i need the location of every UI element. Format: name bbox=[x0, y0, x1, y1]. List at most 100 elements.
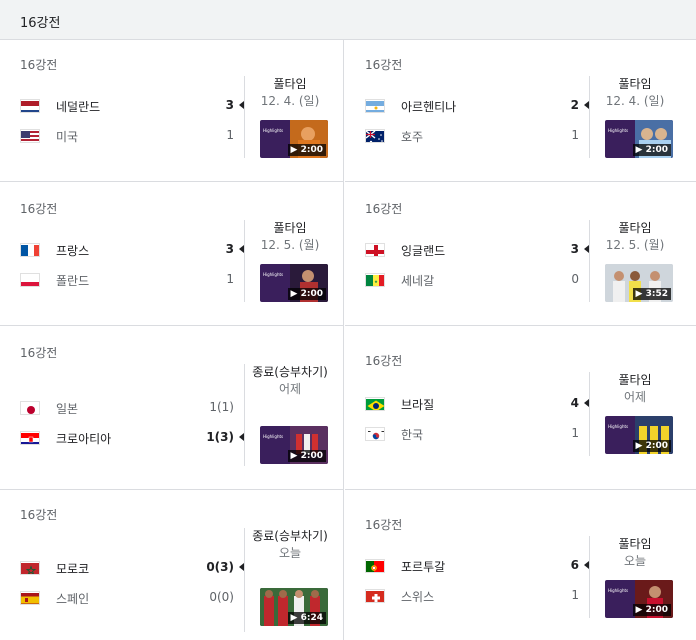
divider bbox=[244, 220, 245, 302]
thumbnail-label: Highlights bbox=[263, 434, 284, 439]
team-row: 프랑스 3 bbox=[20, 242, 244, 262]
match-card[interactable]: 16강전 일본 1(1) 크로아티아 1(3) 종료(승부차기) 어제 High… bbox=[0, 326, 344, 490]
team-score: 2 bbox=[570, 98, 579, 112]
team-row: 네덜란드 3 bbox=[20, 98, 244, 118]
divider bbox=[244, 528, 245, 632]
video-duration: ▶ 2:00 bbox=[632, 440, 671, 452]
status-text: 풀타임 bbox=[618, 221, 652, 235]
highlight-video-thumbnail[interactable]: ▶ 3:52 bbox=[605, 264, 673, 302]
team-score: 3 bbox=[570, 242, 579, 256]
status-text: 종료(승부차기) bbox=[252, 529, 328, 543]
team-score: 4 bbox=[570, 396, 579, 410]
video-duration: ▶ 2:00 bbox=[632, 604, 671, 616]
japan-flag-icon bbox=[20, 401, 40, 415]
team-name: 크로아티아 bbox=[56, 432, 112, 446]
thumbnail-label: Highlights bbox=[608, 424, 629, 429]
england-flag-icon bbox=[365, 243, 385, 257]
divider bbox=[244, 364, 245, 466]
video-duration: ▶ 6:24 bbox=[287, 612, 326, 624]
team-row: 일본 1(1) bbox=[20, 400, 240, 420]
korea-flag-icon bbox=[365, 427, 385, 441]
highlight-video-thumbnail[interactable]: Highlights ▶ 2:00 bbox=[260, 264, 328, 302]
match-card[interactable]: 16강전 프랑스 3 폴란드 1 풀타임 12. 5. (월) Highligh… bbox=[0, 182, 344, 326]
team-row: 스위스 1 bbox=[365, 588, 585, 608]
team-score: 1 bbox=[226, 128, 234, 142]
thumbnail-label: Highlights bbox=[608, 128, 629, 133]
match-date: 오늘 bbox=[623, 554, 647, 568]
highlight-video-thumbnail[interactable]: Highlights ▶ 2:00 bbox=[605, 120, 673, 158]
poland-flag-icon bbox=[20, 273, 40, 287]
status-text: 종료(승부차기) bbox=[252, 365, 328, 379]
team-row: 브라질 4 bbox=[365, 396, 589, 416]
team-score: 1 bbox=[571, 588, 579, 602]
highlight-video-thumbnail[interactable]: Highlights ▶ 2:00 bbox=[605, 416, 673, 454]
portugal-flag-icon bbox=[365, 559, 385, 573]
match-date: 어제 bbox=[623, 390, 647, 404]
highlight-video-thumbnail[interactable]: Highlights ▶ 2:00 bbox=[260, 426, 328, 464]
team-score: 6 bbox=[570, 558, 579, 572]
team-score: 1 bbox=[571, 128, 579, 142]
team-name: 잉글랜드 bbox=[401, 244, 446, 258]
video-duration: ▶ 3:52 bbox=[632, 288, 671, 300]
senegal-flag-icon bbox=[365, 273, 385, 287]
thumbnail-label: Highlights bbox=[608, 588, 629, 593]
argentina-flag-icon bbox=[365, 99, 385, 113]
match-status: 종료(승부차기) 오늘 bbox=[248, 528, 332, 561]
match-status: 풀타임 어제 bbox=[593, 372, 677, 405]
team-name: 스위스 bbox=[401, 590, 435, 604]
status-text: 풀타임 bbox=[618, 537, 652, 551]
team-row: 아르헨티나 2 bbox=[365, 98, 589, 118]
spain-flag-icon bbox=[20, 591, 40, 605]
section-title: 16강전 bbox=[20, 16, 61, 31]
highlight-video-thumbnail[interactable]: Highlights ▶ 2:00 bbox=[260, 120, 328, 158]
team-name: 아르헨티나 bbox=[401, 100, 457, 114]
round-label: 16강전 bbox=[365, 202, 403, 216]
team-score: 3 bbox=[225, 242, 234, 256]
netherlands-flag-icon bbox=[20, 99, 40, 113]
switzerland-flag-icon bbox=[365, 589, 385, 603]
team-row: 호주 1 bbox=[365, 128, 585, 148]
team-row: 스페인 0(0) bbox=[20, 590, 240, 610]
divider bbox=[589, 536, 590, 618]
team-name: 폴란드 bbox=[56, 274, 90, 288]
match-card[interactable]: 16강전 잉글랜드 3 세네갈 0 풀타임 12. 5. (월) ▶ 3:52 bbox=[345, 182, 696, 326]
match-date: 12. 4. (일) bbox=[605, 94, 665, 108]
australia-flag-icon bbox=[365, 129, 385, 143]
team-row: 모로코 0(3) bbox=[20, 560, 244, 580]
match-card[interactable]: 16강전 네덜란드 3 미국 1 풀타임 12. 4. (일) Highligh… bbox=[0, 40, 344, 182]
match-status: 풀타임 오늘 bbox=[593, 536, 677, 569]
round-label: 16강전 bbox=[365, 518, 403, 532]
match-date: 12. 4. (일) bbox=[260, 94, 320, 108]
team-score: 1 bbox=[226, 272, 234, 286]
team-score: 0 bbox=[571, 272, 579, 286]
round-label: 16강전 bbox=[365, 354, 403, 368]
brazil-flag-icon bbox=[365, 397, 385, 411]
highlight-video-thumbnail[interactable]: Highlights ▶ 2:00 bbox=[605, 580, 673, 618]
team-score: 1(3) bbox=[206, 430, 234, 444]
video-duration: ▶ 2:00 bbox=[287, 288, 326, 300]
match-status: 풀타임 12. 5. (월) bbox=[248, 220, 332, 253]
video-duration: ▶ 2:00 bbox=[287, 450, 326, 462]
team-row: 세네갈 0 bbox=[365, 272, 585, 292]
team-score: 1 bbox=[571, 426, 579, 440]
team-row: 미국 1 bbox=[20, 128, 240, 148]
highlight-video-thumbnail[interactable]: ▶ 6:24 bbox=[260, 588, 328, 626]
team-score: 0(3) bbox=[206, 560, 234, 574]
match-card[interactable]: 16강전 포르투갈 6 스위스 1 풀타임 오늘 Highlights ▶ 2:… bbox=[345, 490, 696, 640]
match-card[interactable]: 16강전 모로코 0(3) 스페인 0(0) 종료(승부차기) 오늘 ▶ 6:2… bbox=[0, 490, 344, 640]
team-name: 네덜란드 bbox=[56, 100, 101, 114]
match-status: 종료(승부차기) 어제 bbox=[248, 364, 332, 397]
team-name: 미국 bbox=[56, 130, 79, 144]
team-score: 0(0) bbox=[209, 590, 234, 604]
match-card[interactable]: 16강전 브라질 4 한국 1 풀타임 어제 Highlights ▶ 2:00 bbox=[345, 326, 696, 490]
match-card[interactable]: 16강전 아르헨티나 2 호주 1 풀타임 12. 4. (일) Highlig… bbox=[345, 40, 696, 182]
match-date: 12. 5. (월) bbox=[260, 238, 320, 252]
divider bbox=[589, 220, 590, 302]
round-label: 16강전 bbox=[20, 346, 58, 360]
team-row: 폴란드 1 bbox=[20, 272, 240, 292]
team-name: 세네갈 bbox=[401, 274, 435, 288]
usa-flag-icon bbox=[20, 129, 40, 143]
status-text: 풀타임 bbox=[618, 373, 652, 387]
round-label: 16강전 bbox=[20, 58, 58, 72]
france-flag-icon bbox=[20, 243, 40, 257]
